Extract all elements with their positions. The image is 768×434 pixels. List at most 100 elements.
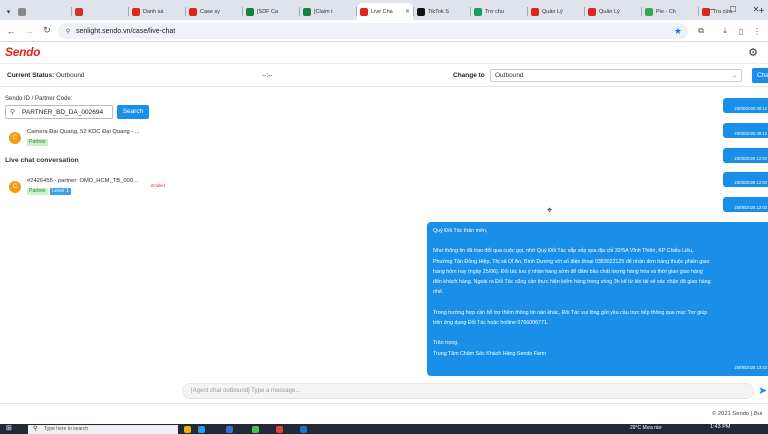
browser-tab[interactable]: TikTok S xyxy=(414,3,470,20)
message-time: 25/06/2025 12:03 xyxy=(734,205,767,210)
search-label: Sendo ID / Partner Code: xyxy=(5,96,73,102)
close-tab-icon[interactable]: ✕ xyxy=(405,8,410,15)
chat-icon xyxy=(474,7,482,16)
taskbar-search-input[interactable]: ⚲ Type here to search xyxy=(28,425,178,434)
chevron-down-icon: ⌄ xyxy=(731,73,737,79)
message-input[interactable]: [Agent chat outbound] Type a message... xyxy=(182,383,754,399)
browser-tab[interactable]: Danh sá xyxy=(129,3,185,20)
message-line: hàng hôm nay (ngày 25/06). Đối tác lưu ý… xyxy=(433,268,703,275)
browser-tab[interactable]: Live Cha ✕ xyxy=(357,3,413,20)
send-icon[interactable]: ➤ xyxy=(758,384,767,397)
browser-tab-label: Live Cha xyxy=(371,8,393,15)
sendo-icon xyxy=(360,7,368,16)
message-line: đến khách hàng. Ngoài ra Đối Tác cũng cầ… xyxy=(433,279,711,286)
chrome-icon[interactable] xyxy=(226,426,233,433)
message-bubble[interactable]: 25/06/2025 12:03 xyxy=(723,172,768,187)
change-to-label: Change to xyxy=(453,72,485,79)
app-header: Sendo ⚙ xyxy=(0,42,768,64)
weather-widget[interactable]: 29°C Mưa rào xyxy=(630,425,661,431)
message-line: Phường Tân Đông Hiệp, Thị xã Dĩ An, Bình… xyxy=(433,258,710,265)
message-time: 25/06/2025 09:12 xyxy=(734,106,767,111)
sendo-logo[interactable]: Sendo xyxy=(5,45,40,59)
browser-tab[interactable]: [Claim t xyxy=(300,3,356,20)
browser-menu-icon[interactable]: ⋮ xyxy=(750,24,764,38)
message-line: nhé. xyxy=(433,289,444,296)
browser-tab-label: Quản Lý xyxy=(599,8,620,15)
avatar: C xyxy=(9,132,21,144)
search-icon: ⚲ xyxy=(33,426,38,432)
reload-icon[interactable]: ↻ xyxy=(40,24,54,38)
maximize-icon[interactable]: ☐ xyxy=(722,0,744,18)
os-taskbar: ⊞ ⚲ Type here to search 29°C Mưa rào 1:4… xyxy=(0,424,768,434)
message-bubble-long[interactable]: Quý Đối Tác thân mến, Như thông tin đã t… xyxy=(427,222,768,376)
search-button[interactable]: Search xyxy=(117,105,149,119)
file-explorer-icon[interactable] xyxy=(184,426,191,433)
windows-start-icon[interactable]: ⊞ xyxy=(6,425,14,433)
browser-tab[interactable] xyxy=(15,3,71,20)
close-window-icon[interactable]: ✕ xyxy=(745,0,767,18)
browser-tab[interactable]: [SDF Ca xyxy=(243,3,299,20)
app-icon[interactable] xyxy=(252,426,259,433)
clock[interactable]: 1:43 PM xyxy=(710,424,730,430)
partner-badge: Partner xyxy=(27,139,49,146)
back-icon[interactable]: ← xyxy=(4,24,18,38)
contact-item[interactable]: C Camera Đại Quang, 52 KDC Đại Quang - .… xyxy=(0,128,172,150)
tab-search-icon[interactable]: ▾ xyxy=(2,3,15,20)
box-icon xyxy=(18,7,26,16)
tab-list: Danh sá Case sy [SDF Ca [Claim t Live Cha ✕ Ti… xyxy=(15,3,755,20)
browser-tab-label: Quản Lý xyxy=(542,8,563,15)
forward-icon[interactable]: → xyxy=(22,24,36,38)
change-status-button[interactable]: Cha xyxy=(752,68,768,83)
contact-title: Camera Đại Quang, 52 KDC Đại Quang - ... xyxy=(27,129,140,135)
url-text: senlight.sendo.vn/case/live-chat xyxy=(76,27,176,35)
partner-code-input[interactable]: ⚲ PARTNER_BD_DA_002694 xyxy=(5,105,113,119)
browser-tab[interactable] xyxy=(72,3,128,20)
bookmark-star-icon[interactable]: ★ xyxy=(674,26,682,36)
message-time: 25/06/2025 09:12 xyxy=(734,131,767,136)
conversation-status: Ended xyxy=(151,184,165,189)
browser-tab[interactable]: Pie - Ch xyxy=(642,3,698,20)
message-bubble[interactable]: 25/06/2025 12:02 xyxy=(723,148,768,163)
message-time: 25/06/2025 12:03 xyxy=(734,180,767,185)
app-icon[interactable] xyxy=(276,426,283,433)
site-info-icon[interactable]: ⚲ xyxy=(64,27,72,35)
browser-tab[interactable]: Trợ chu xyxy=(471,3,527,20)
browser-tab-label: Trợ chu xyxy=(485,8,504,15)
status-bar: Current Status: Outbound --:-- Change to… xyxy=(0,65,768,87)
taskbar-search-placeholder: Type here to search xyxy=(44,426,89,432)
tiktok-icon xyxy=(417,7,425,16)
left-panel: Sendo ID / Partner Code: ⚲ PARTNER_BD_DA… xyxy=(0,88,172,403)
browser-tab[interactable]: Quản Lý xyxy=(585,3,641,20)
browser-tab-label: [Claim t xyxy=(314,8,333,15)
side-panel-icon[interactable]: ▯ xyxy=(734,24,748,38)
extensions-icon[interactable]: ⧉ xyxy=(694,24,708,38)
browser-tab-label: TikTok S xyxy=(428,8,449,15)
gear-icon[interactable]: ⚙ xyxy=(748,46,758,59)
message-bubble[interactable]: 25/06/2025 12:03 xyxy=(723,197,768,212)
search-icon: ⚲ xyxy=(10,109,16,116)
gmail-icon xyxy=(75,7,83,16)
message-line: Trong trường hợp cần hỗ trợ thêm thông t… xyxy=(433,309,708,316)
browser-tab[interactable]: Quản Lý xyxy=(528,3,584,20)
message-time: 25/06/2025 13:43 xyxy=(734,364,767,370)
browser-tab-strip: ▾ Danh sá Case sy [SDF Ca [Claim t Live Cha ✕… xyxy=(0,0,768,20)
edge-icon[interactable] xyxy=(198,426,205,433)
change-status-select[interactable]: Outbound ⌄ xyxy=(490,69,742,82)
conversation-item[interactable]: C #2426455 - partner: OMD_HCM_TB_000... … xyxy=(0,176,172,200)
conversation-title: #2426455 - partner: OMD_HCM_TB_000... xyxy=(27,178,138,184)
message-bubble[interactable]: 25/06/2025 09:12 xyxy=(723,123,768,138)
download-icon[interactable]: ⤓ xyxy=(718,24,732,38)
conversation-heading: Live chat conversation xyxy=(5,157,79,164)
message-signoff: Trân trọng, xyxy=(433,340,459,347)
minimize-icon[interactable]: ─ xyxy=(700,0,722,18)
current-status-label: Current Status: xyxy=(7,72,55,79)
partner-code-value: PARTNER_BD_DA_002694 xyxy=(22,109,104,116)
message-bubble[interactable]: 25/06/2025 09:12 xyxy=(723,98,768,113)
app-icon[interactable] xyxy=(300,426,307,433)
browser-tab[interactable]: Case sy xyxy=(186,3,242,20)
message-signature: Trung Tâm Chăm Sóc Khách Hàng Sendo Farm xyxy=(433,350,547,357)
page-footer: © 2021 Sendo | Bui xyxy=(0,403,768,423)
level-badge: Level 1 xyxy=(50,188,71,195)
url-bar[interactable]: ⚲ senlight.sendo.vn/case/live-chat ★ xyxy=(58,23,688,39)
copyright-text: © 2021 Sendo | Bui xyxy=(712,411,763,417)
